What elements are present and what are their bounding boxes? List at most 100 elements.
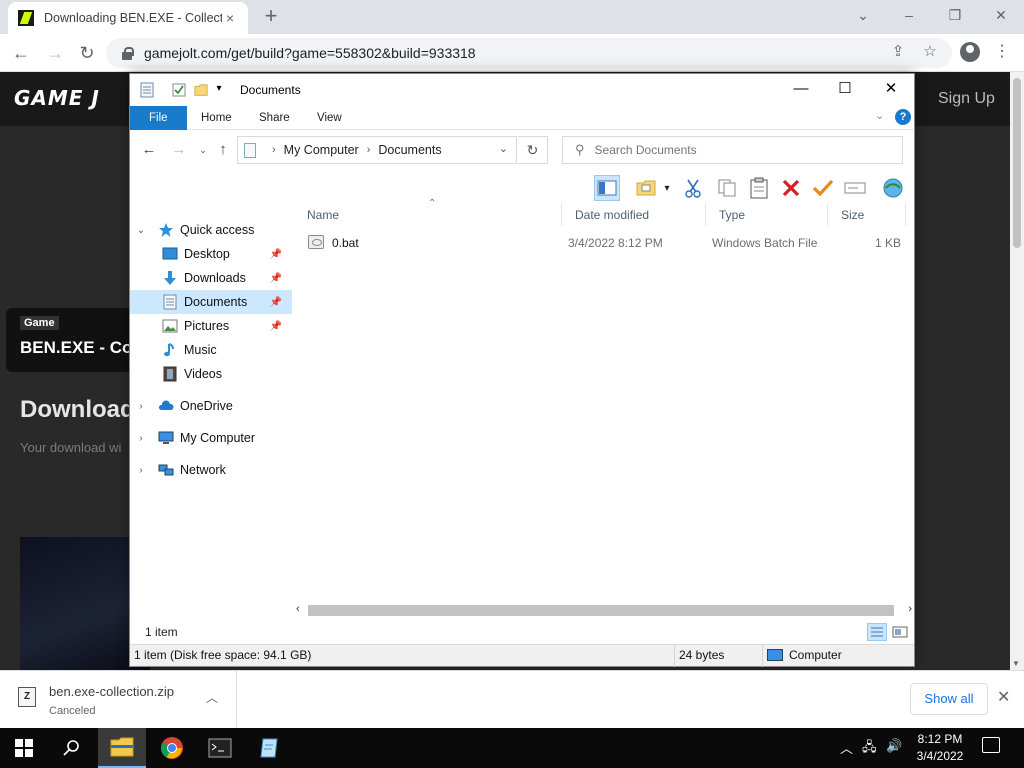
nav-videos[interactable]: Videos xyxy=(130,362,292,386)
restore-icon[interactable]: ❐ xyxy=(932,0,978,30)
file-explorer-taskbar-icon[interactable] xyxy=(98,728,146,768)
show-hidden-icons-icon[interactable]: ︿ xyxy=(840,738,853,757)
game-card[interactable]: Game BEN.EXE - Co xyxy=(6,308,146,372)
explorer-back-icon[interactable]: ← xyxy=(139,140,159,160)
lock-icon[interactable] xyxy=(120,46,134,60)
scroll-down-icon[interactable]: ▼ xyxy=(1012,659,1020,668)
pin-icon[interactable]: 📌 xyxy=(270,273,282,284)
sign-up-link[interactable]: Sign Up xyxy=(938,90,995,108)
nav-network[interactable]: › Network xyxy=(130,458,292,482)
pin-icon[interactable]: 📌 xyxy=(270,321,282,332)
nav-documents[interactable]: Documents 📌 xyxy=(130,290,292,314)
large-icons-view-icon[interactable] xyxy=(890,623,910,641)
chevron-up-icon[interactable]: ︿ xyxy=(206,689,218,706)
nav-my-computer[interactable]: › My Computer xyxy=(130,426,292,450)
file-name[interactable]: 0.bat xyxy=(332,236,359,250)
recent-locations-icon[interactable]: ⌄ xyxy=(193,140,213,160)
search-icon[interactable] xyxy=(48,728,96,768)
file-row[interactable]: 0.bat 3/4/2022 8:12 PM Windows Batch Fil… xyxy=(300,232,910,254)
tab-file[interactable]: File xyxy=(130,106,187,130)
reload-icon[interactable]: ↻ xyxy=(74,40,100,66)
expand-arrow-icon[interactable]: › xyxy=(136,465,146,476)
system-clock[interactable]: 8:12 PM 3/4/2022 xyxy=(906,731,974,765)
expand-arrow-icon[interactable]: › xyxy=(136,401,146,412)
chrome-taskbar-icon[interactable] xyxy=(148,728,196,768)
notepad-taskbar-icon[interactable] xyxy=(246,728,294,768)
share-icon[interactable]: ⇪ xyxy=(888,42,908,62)
properties-icon[interactable] xyxy=(172,82,186,98)
tab-view[interactable]: View xyxy=(305,106,354,130)
column-header-date[interactable]: Date modified xyxy=(562,204,706,226)
close-shelf-icon[interactable]: ✕ xyxy=(997,687,1010,707)
notification-center-icon[interactable] xyxy=(982,737,1000,753)
preview-pane-icon[interactable] xyxy=(594,175,620,201)
url-text[interactable]: gamejolt.com/get/build?game=558302&build… xyxy=(144,45,476,61)
terminal-taskbar-icon[interactable] xyxy=(196,728,244,768)
scroll-left-icon[interactable]: ‹ xyxy=(296,603,300,615)
expand-ribbon-icon[interactable]: ⌄ xyxy=(875,109,884,122)
new-item-icon[interactable] xyxy=(634,175,660,201)
breadcrumb-documents[interactable]: Documents xyxy=(378,143,441,157)
minimize-icon[interactable]: – xyxy=(886,0,932,30)
refresh-icon[interactable]: ↻ xyxy=(518,136,548,164)
browser-tab[interactable]: Downloading BEN.EXE - Collectio × xyxy=(8,2,248,34)
page-scroll-thumb[interactable] xyxy=(1013,78,1021,248)
horizontal-scrollbar[interactable]: ‹ › xyxy=(294,602,914,619)
close-window-icon[interactable]: ✕ xyxy=(978,0,1024,30)
details-view-icon[interactable] xyxy=(867,623,887,641)
explorer-address-bar[interactable]: › My Computer › Documents ⌄ xyxy=(237,136,517,164)
start-windows-icon[interactable] xyxy=(0,728,48,768)
download-filename[interactable]: ben.exe-collection.zip xyxy=(49,684,174,699)
new-folder-icon[interactable] xyxy=(194,82,208,98)
tab-search-icon[interactable]: ⌄ xyxy=(840,0,886,30)
bookmark-star-icon[interactable]: ☆ xyxy=(920,42,940,62)
help-icon[interactable]: ? xyxy=(895,109,911,125)
scroll-right-icon[interactable]: › xyxy=(908,603,912,615)
tab-home[interactable]: Home xyxy=(189,106,244,130)
up-folder-icon[interactable]: ↑ xyxy=(213,140,233,160)
nav-pictures[interactable]: Pictures 📌 xyxy=(130,314,292,338)
tab-share[interactable]: Share xyxy=(247,106,302,130)
network-tray-icon[interactable]: 🖧 xyxy=(862,738,877,760)
delete-icon[interactable] xyxy=(778,175,804,201)
new-tab-button[interactable]: + xyxy=(258,4,284,30)
address-dropdown-icon[interactable]: ⌄ xyxy=(499,142,508,155)
search-box[interactable]: ⚲ xyxy=(562,136,903,164)
copy-icon[interactable] xyxy=(714,175,740,201)
rename-icon[interactable] xyxy=(842,175,868,201)
explorer-forward-icon[interactable]: → xyxy=(169,140,189,160)
forward-icon[interactable]: → xyxy=(42,40,68,66)
pin-icon[interactable]: 📌 xyxy=(270,297,282,308)
search-input[interactable] xyxy=(594,143,875,157)
column-header-type[interactable]: Type xyxy=(706,204,828,226)
cut-icon[interactable] xyxy=(680,175,706,201)
column-header-size[interactable]: Size xyxy=(828,204,906,226)
back-icon[interactable]: ← xyxy=(8,40,34,66)
explorer-minimize-icon[interactable]: — xyxy=(778,74,824,104)
explorer-close-icon[interactable]: ✕ xyxy=(868,74,914,104)
globe-icon[interactable] xyxy=(880,175,906,201)
column-header-name[interactable]: Name xyxy=(294,204,562,226)
nav-onedrive[interactable]: › OneDrive xyxy=(130,394,292,418)
paste-icon[interactable] xyxy=(746,175,772,201)
breadcrumb-my-computer[interactable]: My Computer xyxy=(284,143,359,157)
horizontal-scroll-thumb[interactable] xyxy=(308,605,894,616)
properties-check-icon[interactable] xyxy=(810,175,836,201)
nav-desktop[interactable]: Desktop 📌 xyxy=(130,242,292,266)
page-scrollbar[interactable]: ▼ xyxy=(1010,72,1024,670)
show-all-button[interactable]: Show all xyxy=(910,683,988,715)
profile-avatar-icon[interactable] xyxy=(960,42,980,62)
tab-close-icon[interactable]: × xyxy=(222,10,238,26)
collapse-arrow-icon[interactable]: ⌄ xyxy=(136,225,146,236)
breadcrumb-separator-icon[interactable]: › xyxy=(367,144,371,156)
nav-downloads[interactable]: Downloads 📌 xyxy=(130,266,292,290)
customize-qat-icon[interactable]: ▾ xyxy=(212,74,226,104)
new-item-dropdown-icon[interactable]: ▾ xyxy=(660,175,674,201)
volume-icon[interactable]: 🔊 xyxy=(886,738,902,754)
expand-arrow-icon[interactable]: › xyxy=(136,433,146,444)
address-bar[interactable]: gamejolt.com/get/build?game=558302&build… xyxy=(106,38,952,68)
chrome-menu-icon[interactable]: ⋮ xyxy=(994,42,1010,62)
nav-music[interactable]: Music xyxy=(130,338,292,362)
explorer-maximize-icon[interactable]: ☐ xyxy=(822,74,868,104)
pin-icon[interactable]: 📌 xyxy=(270,249,282,260)
